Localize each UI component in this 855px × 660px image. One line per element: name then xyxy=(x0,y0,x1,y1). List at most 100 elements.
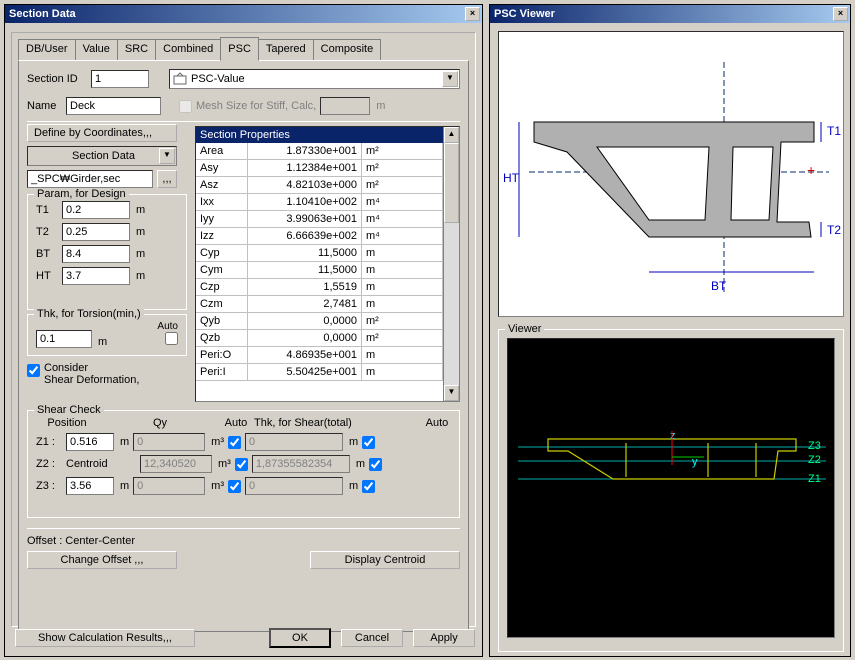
psc-icon xyxy=(173,72,187,86)
section-data-window: Section Data × DB/UserValueSRCCombinedPS… xyxy=(4,4,483,657)
tab-tapered[interactable]: Tapered xyxy=(258,39,314,61)
close-icon-2[interactable]: × xyxy=(833,7,848,21)
shear-auto2-z3[interactable] xyxy=(362,480,375,493)
scroll-down-icon[interactable]: ▼ xyxy=(444,385,459,401)
svg-text:Z3: Z3 xyxy=(808,440,821,452)
param-label-T1: T1 xyxy=(36,204,58,216)
tab-src[interactable]: SRC xyxy=(117,39,156,61)
tab-db-user[interactable]: DB/User xyxy=(18,39,76,61)
change-offset-button[interactable]: Change Offset ,,, xyxy=(27,551,177,569)
prop-row[interactable]: Cym11,5000m xyxy=(196,262,443,279)
window-title: Section Data xyxy=(9,5,465,23)
browse-button[interactable]: ,,, xyxy=(157,170,177,188)
shear-auto2-z1[interactable] xyxy=(362,436,375,449)
prop-row[interactable]: Peri:O4.86935e+001m xyxy=(196,347,443,364)
prop-row[interactable]: Asy1.12384e+001m² xyxy=(196,160,443,177)
shear-pos-z1[interactable] xyxy=(66,433,114,451)
name-input[interactable] xyxy=(66,97,161,115)
shear-auto1-z1[interactable] xyxy=(228,436,241,449)
viewer-legend: Viewer xyxy=(505,323,544,335)
prop-row[interactable]: Area1.87330e+001m² xyxy=(196,143,443,160)
scroll-up-icon[interactable]: ▲ xyxy=(444,127,459,143)
param-label-HT: HT xyxy=(36,270,58,282)
tab-value[interactable]: Value xyxy=(75,39,118,61)
scroll-thumb[interactable] xyxy=(444,143,459,223)
main-panel: DB/UserValueSRCCombinedPSCTaperedComposi… xyxy=(11,32,476,627)
thk-torsion-input[interactable] xyxy=(36,330,92,348)
psc-value-dropdown[interactable]: PSC-Value ▼ xyxy=(169,69,460,89)
section-properties-list[interactable]: Section Properties Area1.87330e+001m²Asy… xyxy=(195,126,460,402)
prop-row[interactable]: Qzb0,0000m² xyxy=(196,330,443,347)
mesh-unit: m xyxy=(376,100,385,112)
shear-auto2-z2[interactable] xyxy=(369,458,382,471)
close-icon[interactable]: × xyxy=(465,7,480,21)
define-by-coordinates-button[interactable]: Define by Coordinates,,, xyxy=(27,124,177,142)
viewer-fieldset: Viewer z y Z3 Z2 Z1 xyxy=(498,329,844,652)
svg-text:y: y xyxy=(692,456,698,468)
svg-text:T2: T2 xyxy=(827,223,841,237)
shear-thk-z1 xyxy=(245,433,343,451)
psc-section-svg: HT BT T1 T2 + xyxy=(499,32,845,318)
tab-composite[interactable]: Composite xyxy=(313,39,382,61)
shear-auto1-z3[interactable] xyxy=(228,480,241,493)
thk-torsion-legend: Thk, for Torsion(min,) xyxy=(34,308,144,320)
param-label-T2: T2 xyxy=(36,226,58,238)
svg-text:Z1: Z1 xyxy=(808,473,821,485)
chevron-down-icon-2[interactable]: ▼ xyxy=(159,148,175,164)
param-input-HT[interactable] xyxy=(62,267,130,285)
mesh-size-label: Mesh Size for Stiff, Calc, xyxy=(196,100,316,112)
centroid-marker: + xyxy=(807,162,815,178)
thk-torsion-auto-checkbox[interactable] xyxy=(165,332,178,345)
svg-text:T1: T1 xyxy=(827,124,841,138)
section-properties-header: Section Properties xyxy=(196,127,459,143)
thk-torsion-fieldset: Thk, for Torsion(min,) m Auto xyxy=(27,314,187,356)
svg-text:HT: HT xyxy=(503,171,520,185)
psc-viewer-window: PSC Viewer × HT BT T1 T2 + Vie xyxy=(489,4,851,657)
shear-thk-z3 xyxy=(245,477,343,495)
param-input-BT[interactable] xyxy=(62,245,130,263)
viewer-titlebar[interactable]: PSC Viewer × xyxy=(490,5,850,23)
shear-pos-z3[interactable] xyxy=(66,477,114,495)
prop-row[interactable]: Izz6.66639e+002m⁴ xyxy=(196,228,443,245)
scrollbar[interactable]: ▲ ▼ xyxy=(443,127,459,401)
prop-row[interactable]: Czm2,7481m xyxy=(196,296,443,313)
ok-button[interactable]: OK xyxy=(269,628,331,648)
shear-qy-z3 xyxy=(133,477,205,495)
filename-input[interactable] xyxy=(27,170,153,188)
psc-diagram: HT BT T1 T2 + xyxy=(498,31,844,317)
section-data-titlebar[interactable]: Section Data × xyxy=(5,5,482,23)
cancel-button[interactable]: Cancel xyxy=(341,629,403,647)
show-calc-results-button[interactable]: Show Calculation Results,,, xyxy=(15,629,195,647)
apply-button[interactable]: Apply xyxy=(413,629,475,647)
prop-row[interactable]: Cyp11,5000m xyxy=(196,245,443,262)
shear-check-fieldset: Shear Check Position Qy Auto Thk, for Sh… xyxy=(27,410,460,518)
display-centroid-button[interactable]: Display Centroid xyxy=(310,551,460,569)
param-input-T2[interactable] xyxy=(62,223,130,241)
tab-psc[interactable]: PSC xyxy=(220,37,259,61)
svg-text:BT: BT xyxy=(711,279,727,293)
svg-text:Z2: Z2 xyxy=(808,454,821,466)
consider-shear-label: Consider Shear Deformation, xyxy=(44,362,139,386)
offset-label: Offset : Center-Center xyxy=(27,535,207,547)
prop-row[interactable]: Qyb0,0000m² xyxy=(196,313,443,330)
prop-row[interactable]: Peri:I5.50425e+001m xyxy=(196,364,443,381)
prop-row[interactable]: Czp1,5519m xyxy=(196,279,443,296)
tab-body: Section ID PSC-Value ▼ Name Mesh Size xyxy=(18,60,469,632)
chevron-down-icon[interactable]: ▼ xyxy=(442,71,458,87)
prop-row[interactable]: Asz4.82103e+000m² xyxy=(196,177,443,194)
param-design-legend: Param, for Design xyxy=(34,188,129,200)
section-data-dropdown[interactable]: Section Data ▼ xyxy=(27,146,177,166)
shear-check-legend: Shear Check xyxy=(34,404,104,416)
name-label: Name xyxy=(27,100,62,112)
shear-auto1-z2[interactable] xyxy=(235,458,248,471)
param-input-T1[interactable] xyxy=(62,201,130,219)
viewer-window-title: PSC Viewer xyxy=(494,5,833,23)
section-id-input[interactable] xyxy=(91,70,149,88)
tab-combined[interactable]: Combined xyxy=(155,39,221,61)
section-id-label: Section ID xyxy=(27,73,87,85)
prop-row[interactable]: Iyy3.99063e+001m⁴ xyxy=(196,211,443,228)
viewer-canvas[interactable]: z y Z3 Z2 Z1 xyxy=(507,338,835,638)
prop-row[interactable]: Ixx1.10410e+002m⁴ xyxy=(196,194,443,211)
svg-text:z: z xyxy=(670,430,676,442)
consider-shear-checkbox[interactable] xyxy=(27,364,40,377)
